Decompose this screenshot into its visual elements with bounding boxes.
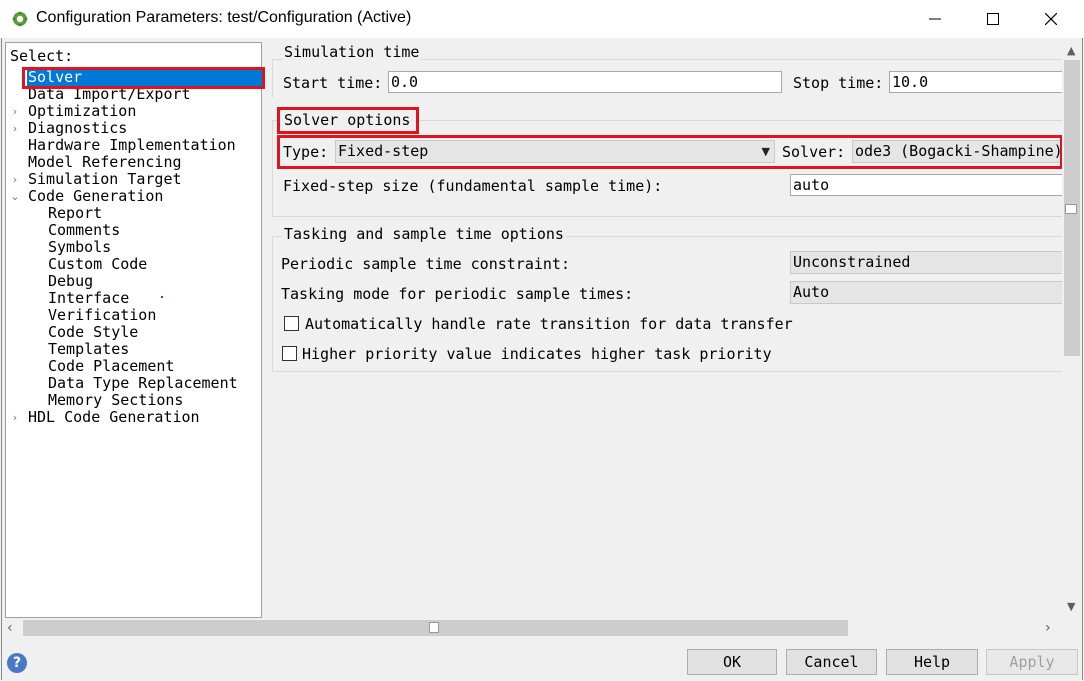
collapsed-chevron-icon[interactable]: › — [9, 409, 21, 426]
minimize-button[interactable] — [906, 0, 964, 38]
tree-item-label: Custom Code — [48, 255, 148, 273]
ok-button[interactable]: OK — [687, 649, 777, 675]
tree-item[interactable]: Symbols — [47, 239, 111, 256]
auto-rate-transition-checkbox[interactable] — [284, 316, 299, 331]
tree-item-label: Simulation Target — [28, 170, 182, 188]
expanded-chevron-icon[interactable]: ⌄ — [9, 188, 21, 205]
dot-artifact — [161, 296, 163, 298]
tree-item[interactable]: Simulation Target — [27, 171, 182, 188]
tasking-mode-select[interactable]: Auto — [790, 281, 1062, 304]
tree-item[interactable]: Code Style — [47, 324, 138, 341]
tree-item-label: Code Generation — [28, 187, 164, 205]
periodic-constraint-select[interactable]: Unconstrained — [790, 251, 1062, 274]
category-tree[interactable]: Select: Solver Data Import/Export Optimiza… — [5, 42, 262, 618]
tree-item-label: Debug — [48, 272, 94, 290]
horizontal-scroll-marker — [429, 622, 439, 633]
tree-item-label: Data Type Replacement — [48, 374, 238, 392]
tree-item-label: Code Style — [48, 323, 139, 341]
scroll-left-icon[interactable]: ‹ — [7, 620, 13, 636]
tree-item-label: Templates — [48, 340, 130, 358]
tree-item[interactable]: Optimization — [27, 103, 136, 120]
higher-priority-checkbox[interactable] — [282, 346, 297, 361]
scroll-right-icon[interactable]: › — [1045, 620, 1051, 636]
type-label: Type: — [283, 143, 329, 161]
tasking-mode-label: Tasking mode for periodic sample times: — [281, 285, 634, 303]
tree-item[interactable]: HDL Code Generation — [27, 409, 200, 426]
periodic-constraint-label: Periodic sample time constraint: — [281, 255, 570, 273]
cancel-button[interactable]: Cancel — [786, 649, 877, 675]
solver-label: Solver: — [782, 143, 846, 161]
tree-item[interactable]: Interface — [47, 290, 129, 307]
tree-item[interactable]: Comments — [47, 222, 120, 239]
simulation-time-title: Simulation time — [282, 42, 422, 62]
tree-item-label: Diagnostics — [28, 119, 128, 137]
apply-button[interactable]: Apply — [986, 649, 1078, 675]
start-time-label: Start time: — [283, 74, 383, 92]
solver-highlight-box — [22, 67, 265, 89]
type-select[interactable]: Fixed-step ▼ — [335, 140, 775, 163]
tree-item[interactable]: Report — [47, 205, 102, 222]
tasking-title: Tasking and sample time options — [282, 224, 566, 244]
tree-item-label: Verification — [48, 306, 157, 324]
tree-item[interactable]: Diagnostics — [27, 120, 127, 137]
select-label: Select: — [10, 47, 74, 65]
fixed-step-size-input[interactable]: auto — [790, 174, 1062, 196]
horizontal-scrollbar[interactable]: ‹ › — [5, 618, 1062, 638]
tree-item[interactable]: Debug — [47, 273, 93, 290]
higher-priority-label: Higher priority value indicates higher t… — [302, 345, 772, 363]
vertical-scroll-marker — [1065, 204, 1077, 214]
vertical-scrollbar[interactable]: ▲ ▼ — [1062, 42, 1082, 618]
tree-item-label: Interface — [48, 289, 130, 307]
maximize-button[interactable] — [964, 0, 1022, 38]
tree-item-label: Comments — [48, 221, 121, 239]
close-icon — [1045, 13, 1057, 25]
tree-item-label: HDL Code Generation — [28, 408, 200, 426]
collapsed-chevron-icon[interactable]: › — [9, 103, 21, 120]
title-bar[interactable]: Configuration Parameters: test/Configura… — [0, 0, 1084, 38]
tree-item-label: Memory Sections — [48, 391, 184, 409]
help-question-icon[interactable]: ? — [7, 653, 27, 673]
stop-time-label: Stop time: — [793, 74, 884, 92]
maximize-icon — [987, 13, 999, 25]
tree-item[interactable]: Hardware Implementation — [27, 137, 236, 154]
auto-rate-transition-label: Automatically handle rate transition for… — [305, 315, 793, 333]
help-button[interactable]: Help — [886, 649, 978, 675]
scroll-down-icon[interactable]: ▼ — [1067, 600, 1075, 613]
tree-item-label: Optimization — [28, 102, 137, 120]
solver-select-value: ode3 (Bogacki-Shampine) — [855, 142, 1060, 160]
app-gear-icon — [12, 11, 28, 27]
dropdown-arrow-icon: ▼ — [761, 145, 770, 158]
scroll-up-icon[interactable]: ▲ — [1067, 44, 1075, 57]
tree-item-label: Model Referencing — [28, 153, 182, 171]
tree-item[interactable]: Model Referencing — [27, 154, 182, 171]
tree-item[interactable]: Code Generation — [27, 188, 163, 205]
window-title: Configuration Parameters: test/Configura… — [36, 9, 412, 26]
fixed-step-size-label: Fixed-step size (fundamental sample time… — [283, 177, 663, 195]
collapsed-chevron-icon[interactable]: › — [9, 120, 21, 137]
tree-item-label: Hardware Implementation — [28, 136, 236, 154]
start-time-input[interactable]: 0.0 — [388, 71, 782, 93]
tree-item[interactable]: Data Type Replacement — [47, 375, 238, 392]
minimize-icon — [929, 18, 941, 20]
tree-item-label: Report — [48, 204, 103, 222]
tree-item[interactable]: Memory Sections — [47, 392, 183, 409]
solver-select[interactable]: ode3 (Bogacki-Shampine) — [852, 140, 1060, 163]
solver-options-title: Solver options — [284, 111, 411, 129]
type-select-value: Fixed-step — [338, 142, 429, 160]
tree-item-label: Symbols — [48, 238, 112, 256]
tree-item-label: Code Placement — [48, 357, 175, 375]
tree-item[interactable]: Verification — [47, 307, 156, 324]
tree-item[interactable]: Custom Code — [47, 256, 147, 273]
close-button[interactable] — [1022, 0, 1080, 38]
tree-item[interactable]: Templates — [47, 341, 129, 358]
collapsed-chevron-icon[interactable]: › — [9, 171, 21, 188]
tree-item[interactable]: Code Placement — [47, 358, 174, 375]
stop-time-input[interactable]: 10.0 — [889, 71, 1062, 93]
